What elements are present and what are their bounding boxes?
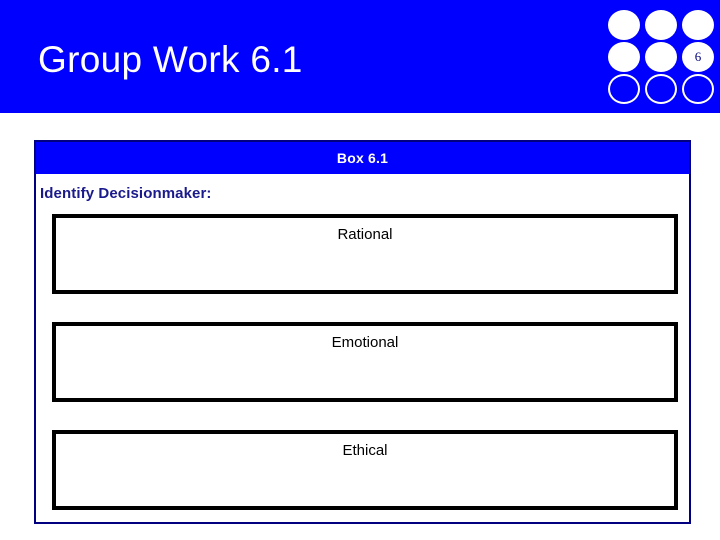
worksheet-box: Box 6.1 Identify Decisionmaker: Rational… [34,140,691,524]
dot-indicator-6-current: 6 [682,42,714,72]
dot-indicator-7 [608,74,640,104]
response-box-emotional[interactable]: Emotional [52,322,678,402]
slide-title-banner: Group Work 6.1 6 [0,0,720,113]
dot-indicator-1 [608,10,640,40]
progress-dot-grid: 6 [608,10,714,106]
dot-indicator-9 [682,74,714,104]
dot-indicator-2 [645,10,677,40]
response-box-label: Ethical [342,442,388,459]
worksheet-box-header: Box 6.1 [36,142,689,174]
response-box-label: Emotional [331,334,399,351]
response-box-label: Rational [337,226,393,243]
response-box-rational[interactable]: Rational [52,214,678,294]
response-box-list: Rational Emotional Ethical [36,214,689,510]
chapter-number-badge: 6 [694,49,702,64]
dot-indicator-3 [682,10,714,40]
page-title: Group Work 6.1 [38,39,303,80]
prompt-label: Identify Decisionmaker: [40,185,212,202]
response-box-ethical[interactable]: Ethical [52,430,678,510]
dot-indicator-5 [645,42,677,72]
dot-indicator-8 [645,74,677,104]
worksheet-box-title: Box 6.1 [336,150,389,166]
dot-indicator-4 [608,42,640,72]
